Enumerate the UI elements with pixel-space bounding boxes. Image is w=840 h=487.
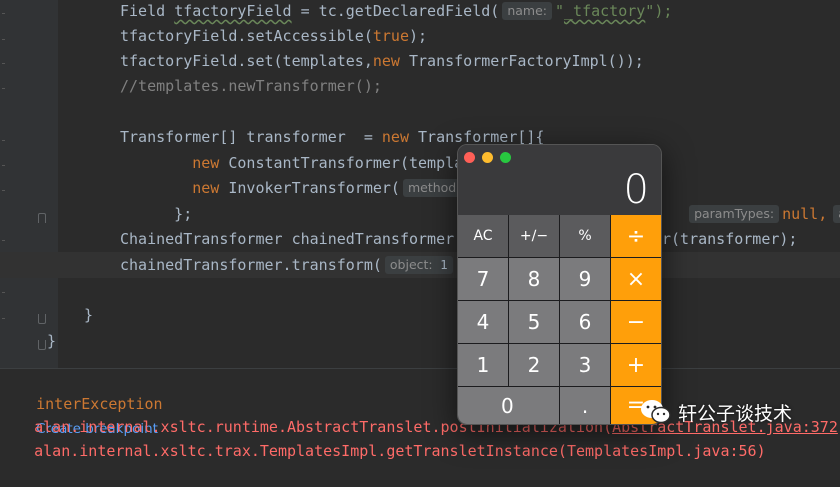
code-token: }; [120,205,193,223]
stack-trace-text: alan.internal.xsltc.trax.TemplatesImpl.g… [34,442,766,460]
code-token: _tfactory [564,2,646,20]
calculator-display-area: 0 [458,145,661,215]
key-digit-6-button[interactable]: 6 [560,301,610,343]
parameter-hint: method [402,179,462,197]
null-keyword: null, [782,205,828,223]
key-digit-4-button[interactable]: 4 [458,301,508,343]
code-line: chainedTransformer.transform(object: 1) [0,252,840,278]
code-line: } [0,328,840,354]
key-digit-9-button[interactable]: 9 [560,258,610,300]
code-token: " [554,2,565,20]
code-token: ); [409,27,428,45]
code-token: ChainedTransformer chainedTransformer [120,230,455,248]
code-token: = tc.getDeclaredField( [291,2,500,20]
key-decimal-button[interactable]: . [560,387,610,424]
code-line: new ConstantTransformer(templa [0,150,840,176]
key-divide-button[interactable]: ÷ [611,215,661,257]
code-token: new [192,179,229,197]
code-token: new [372,52,409,70]
invoker-params-fragment: paramTypes:null, arg [668,175,840,223]
parameter-hint-value: 1 [432,257,448,272]
parameter-hint: name: [502,2,552,20]
code-token: Transformer[] transformer = [120,128,382,146]
code-line: tfactoryField.setAccessible(true); [0,23,840,49]
code-token: "); [645,2,673,20]
key-sign-toggle-button[interactable]: +∕− [509,215,559,257]
code-token: tfactoryField [174,2,292,20]
key-multiply-button[interactable]: × [611,258,661,300]
key-subtract-button[interactable]: − [611,301,661,343]
code-token: } [47,332,57,350]
code-token: TransformerFactoryImpl()); [409,52,644,70]
watermark-text: 轩公子谈技术 [678,402,793,425]
code-token: //templates.newTransformer(); [120,77,382,95]
key-digit-1-button[interactable]: 1 [458,344,508,386]
code-token: true [372,27,409,45]
minimize-button[interactable] [482,152,493,163]
key-add-button[interactable]: + [611,344,661,386]
code-token: new [192,154,229,172]
code-line: tfactoryField.set(templates,new Transfor… [0,48,840,74]
code-line: Field tfactoryField = tc.getDeclaredFiel… [0,0,840,24]
key-digit-8-button[interactable]: 8 [509,258,559,300]
args-hint: arg [833,205,840,223]
code-token: } [84,306,94,324]
parameter-hint: object: 1 [384,256,453,274]
param-types-hint: paramTypes: [689,205,780,223]
calculator-display: 0 [623,167,649,213]
zoom-button[interactable] [500,152,511,163]
watermark: 轩公子谈技术 [640,394,835,430]
key-percent-button[interactable]: % [560,215,610,257]
key-clear-button[interactable]: AC [458,215,508,257]
code-token: InvokerTransformer( [228,179,400,197]
chain-constructor-fragment: r(transformer); [662,230,798,248]
exception-line: interException Create breakpoint [0,368,162,437]
code-token: tfactoryField.setAccessible( [120,27,373,45]
wechat-logo-icon [640,398,672,426]
code-token: ConstantTransformer(templa [228,154,464,172]
calculator-window[interactable]: 0 AC +∕−% ÷ 7 8 9 × 4 5 6−1 2 3 +0. = [457,144,662,425]
code-line: Transformer[] transformer = new Transfor… [0,124,840,150]
code-token: Field [120,2,175,20]
code-token: new [381,128,419,146]
close-button[interactable] [464,152,475,163]
key-digit-2-button[interactable]: 2 [509,344,559,386]
key-digit-7-button[interactable]: 7 [458,258,508,300]
code-line: //templates.newTransformer(); [0,73,840,99]
code-token: tfactoryField.set(templates, [120,52,373,70]
code-token: chainedTransformer.transform( [120,256,382,274]
calculator-keypad: AC +∕−% ÷ 7 8 9 × 4 5 6−1 2 3 +0. = [458,215,661,424]
key-digit-0-button[interactable]: 0 [458,387,559,424]
key-digit-3-button[interactable]: 3 [560,344,610,386]
code-line: } [0,302,840,328]
key-digit-5-button[interactable]: 5 [509,301,559,343]
